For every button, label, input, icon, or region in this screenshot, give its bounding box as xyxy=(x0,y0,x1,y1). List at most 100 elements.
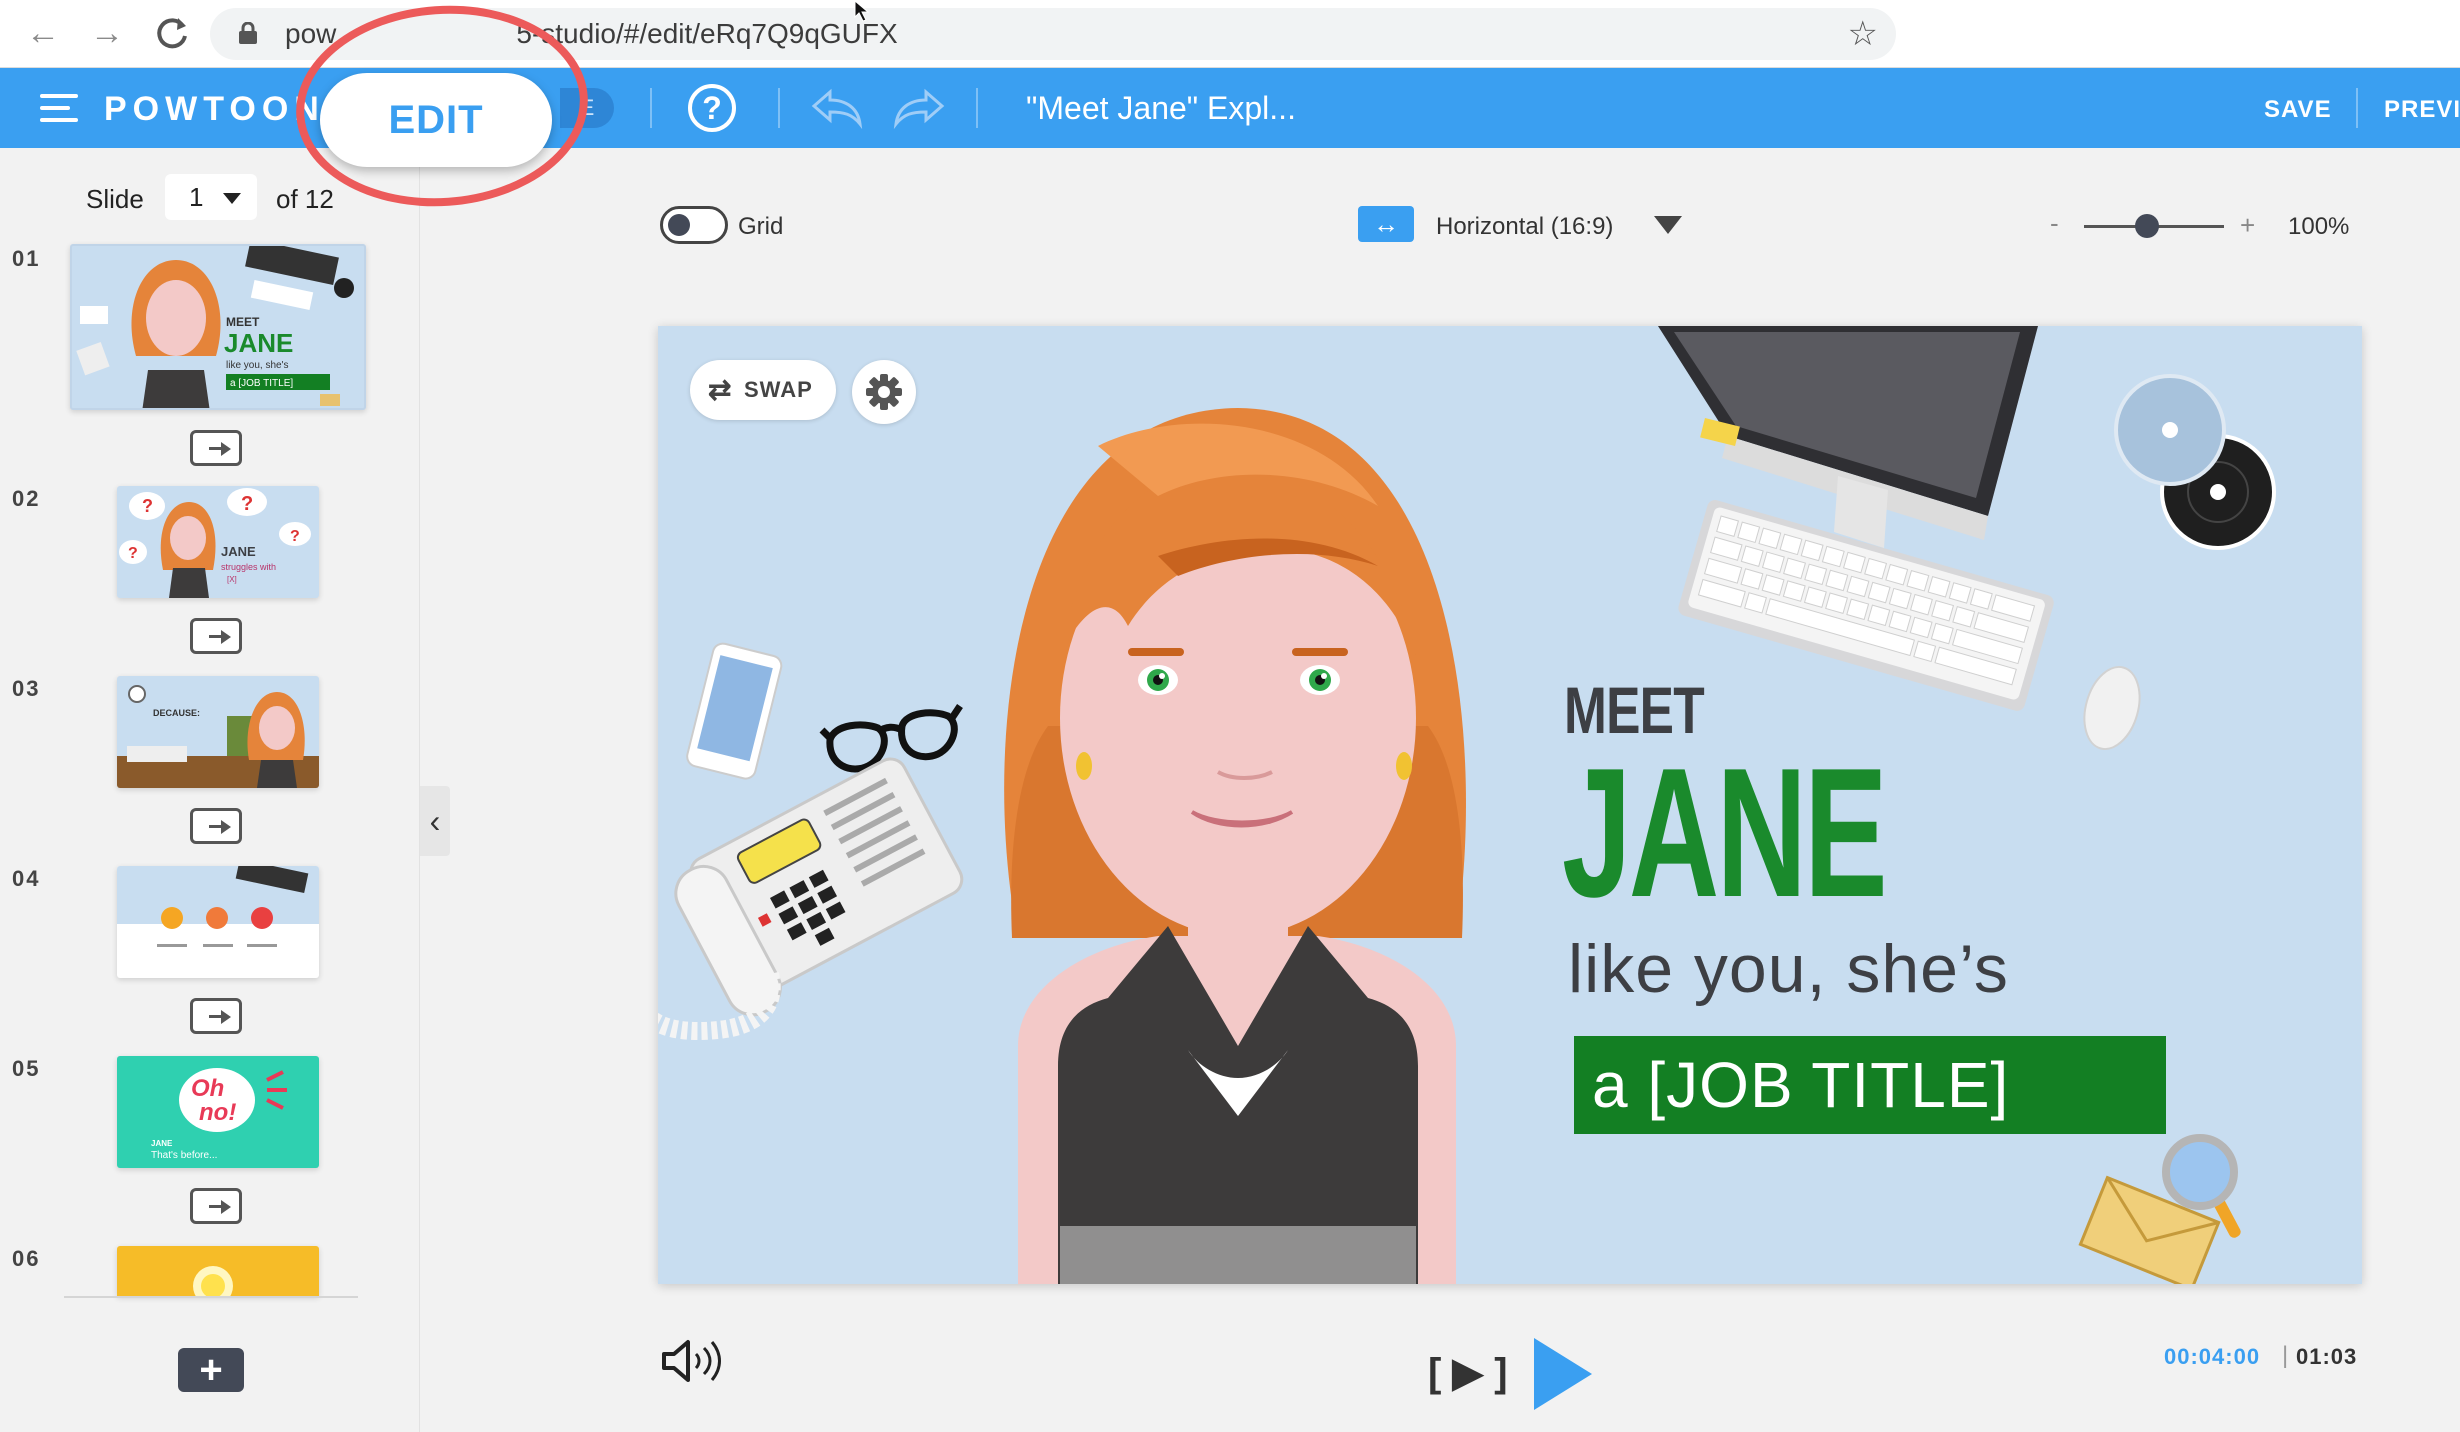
mode-tab[interactable]: E xyxy=(560,88,614,128)
slide-thumbnail-art: ? ? ? ? JANE struggles with [X] xyxy=(119,488,311,598)
transition-button[interactable] xyxy=(190,808,242,844)
play-icon[interactable] xyxy=(1534,1338,1592,1410)
thumb-job-text: a [JOB TITLE] xyxy=(230,378,293,389)
thumb-sub-text: That's before... xyxy=(151,1150,217,1161)
slide-illustration xyxy=(658,326,2276,1284)
thumb-struggles-text: struggles with xyxy=(221,562,276,572)
slide-number: 01 xyxy=(12,246,41,271)
header-divider xyxy=(778,88,780,128)
slide-number: 03 xyxy=(12,676,41,701)
mouse-icon xyxy=(2083,665,2141,751)
menu-icon[interactable] xyxy=(40,94,78,122)
slide-thumbnail-4[interactable] xyxy=(117,866,319,978)
play-slide-button[interactable]: [ ▶ ] xyxy=(1428,1350,1508,1396)
thumb-jane-text: JANE xyxy=(224,328,293,358)
gear-icon xyxy=(866,374,902,410)
grid-toggle[interactable] xyxy=(660,206,728,244)
zoom-slider-thumb[interactable] xyxy=(2135,214,2159,238)
slide-thumbnail-5[interactable]: Oh no! JANE That's before... xyxy=(117,1056,319,1168)
slide-select-value: 1 xyxy=(189,182,204,212)
thumb-oh-text: Oh xyxy=(191,1075,224,1102)
transition-button[interactable] xyxy=(190,618,242,654)
swap-icon: ⇄ xyxy=(708,374,733,405)
zoom-in-button[interactable]: + xyxy=(2240,210,2255,241)
swap-button[interactable]: ⇄ SWAP xyxy=(690,360,836,420)
header-divider xyxy=(2356,88,2358,128)
lock-icon xyxy=(239,22,257,44)
svg-text:?: ? xyxy=(241,493,253,515)
toggle-knob xyxy=(668,214,690,236)
thumb-jane-text: JANE xyxy=(151,1139,173,1148)
phone-icon xyxy=(686,642,783,780)
slide-canvas[interactable]: ⇄ SWAP MEET JANE like you, she’s a [JOB … xyxy=(658,326,2362,1284)
sidebar-divider xyxy=(64,1296,358,1298)
thumb-no-text: no! xyxy=(199,1099,236,1126)
volume-icon[interactable] xyxy=(660,1338,722,1384)
total-time: 01:03 xyxy=(2296,1344,2358,1369)
settings-button[interactable] xyxy=(852,360,916,424)
slide-thumbnail-1[interactable]: MEET JANE like you, she's a [JOB TITLE] xyxy=(70,244,366,410)
grid-label: Grid xyxy=(738,213,784,240)
slide-thumbnail-art: DECAUSE: xyxy=(117,685,319,788)
add-slide-button[interactable]: + xyxy=(178,1348,244,1392)
app-logo: POWTOON xyxy=(104,90,325,128)
swap-label: SWAP xyxy=(744,377,813,402)
aspect-ratio-select[interactable]: Horizontal (16:9) xyxy=(1436,213,1613,241)
url-text: pow 5-studio/#/edit/eRq7Q9qGUFX xyxy=(285,18,898,49)
slide-thumbnail-art: Oh no! JANE That's before... xyxy=(151,1068,287,1161)
desk-phone-icon xyxy=(674,757,964,1017)
slide-count: of 12 xyxy=(276,184,334,214)
header-divider xyxy=(650,88,652,128)
svg-text:?: ? xyxy=(128,545,138,562)
transition-button[interactable] xyxy=(190,1188,242,1224)
zoom-level: 100% xyxy=(2288,213,2350,240)
help-button[interactable]: ? xyxy=(688,84,736,132)
mouse-cursor-icon xyxy=(854,0,870,22)
redo-icon[interactable] xyxy=(892,84,948,132)
address-bar[interactable]: pow 5-studio/#/edit/eRq7Q9qGUFX ☆ xyxy=(210,8,1896,60)
svg-text:?: ? xyxy=(142,496,153,516)
slide-thumbnail-art xyxy=(193,1266,233,1296)
collapse-sidebar-button[interactable]: ‹ xyxy=(420,786,450,856)
zoom-out-button[interactable]: - xyxy=(2050,208,2059,239)
slide-number: 02 xyxy=(12,486,41,511)
jane-heading[interactable]: JANE xyxy=(1562,740,1888,924)
forward-icon[interactable]: → xyxy=(84,10,130,56)
bookmark-star-icon[interactable]: ☆ xyxy=(1848,14,1878,54)
slide-label: Slide xyxy=(86,184,144,214)
slide-thumbnail-3[interactable]: DECAUSE: xyxy=(117,676,319,788)
thumb-x-text: [X] xyxy=(227,575,237,584)
reload-icon[interactable] xyxy=(150,10,196,56)
job-title-box[interactable]: a [JOB TITLE] xyxy=(1574,1036,2166,1134)
preview-button[interactable]: PREVI xyxy=(2384,96,2460,124)
aspect-ratio-icon[interactable]: ↔ xyxy=(1358,206,1414,242)
transition-button[interactable] xyxy=(190,998,242,1034)
slide-thumbnail-art: MEET JANE like you, she's a [JOB TITLE] xyxy=(76,246,354,408)
slide-select[interactable]: 1 xyxy=(165,174,257,220)
chevron-down-icon xyxy=(223,193,241,204)
thumb-like-text: like you, she's xyxy=(226,360,289,371)
slide-thumbnail-art xyxy=(117,866,319,947)
undo-icon[interactable] xyxy=(808,84,864,132)
tagline-text[interactable]: like you, she’s xyxy=(1568,930,2009,1008)
slides-sidebar: Slide 1 of 12 01 MEET JANE like you, she… xyxy=(0,148,420,1432)
thumb-meet-text: MEET xyxy=(226,315,260,329)
slide-thumbnail-6[interactable] xyxy=(117,1246,319,1296)
chevron-down-icon[interactable] xyxy=(1654,216,1682,234)
back-icon[interactable]: ← xyxy=(20,10,66,56)
slide-number: 05 xyxy=(12,1056,41,1081)
current-time: 00:04:00 xyxy=(2164,1344,2261,1369)
time-separator: | xyxy=(2282,1342,2289,1369)
save-button[interactable]: SAVE xyxy=(2264,96,2332,124)
slide-number: 06 xyxy=(12,1246,41,1271)
edit-button[interactable]: EDIT xyxy=(320,73,552,167)
transition-button[interactable] xyxy=(190,430,242,466)
project-title[interactable]: "Meet Jane" Expl... xyxy=(1026,90,1296,127)
header-divider xyxy=(976,88,978,128)
thumb-jane-text: JANE xyxy=(221,544,256,559)
jane-character xyxy=(1004,408,1466,1284)
slide-thumbnail-2[interactable]: ? ? ? ? JANE struggles with [X] xyxy=(117,486,319,598)
browser-toolbar: ← → pow 5-studio/#/edit/eRq7Q9qGUFX ☆ xyxy=(0,0,2460,68)
svg-text:?: ? xyxy=(290,528,300,545)
slide-number: 04 xyxy=(12,866,41,891)
